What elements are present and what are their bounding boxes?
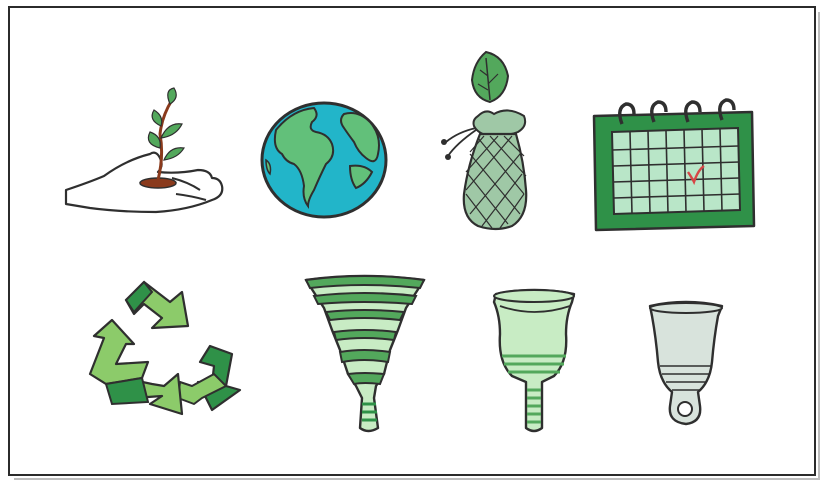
mesh-produce-bag-icon bbox=[428, 44, 538, 234]
menstrual-cup-icon bbox=[490, 286, 578, 436]
recycle-arrows-icon bbox=[82, 274, 242, 420]
calendar-icon bbox=[588, 98, 760, 234]
illustration-frame bbox=[8, 6, 820, 480]
earth-globe-icon bbox=[258, 100, 392, 222]
funnel-icon bbox=[302, 274, 428, 434]
hand-holding-seedling-icon bbox=[60, 86, 232, 216]
menstrual-cup-ring-icon bbox=[646, 298, 726, 428]
